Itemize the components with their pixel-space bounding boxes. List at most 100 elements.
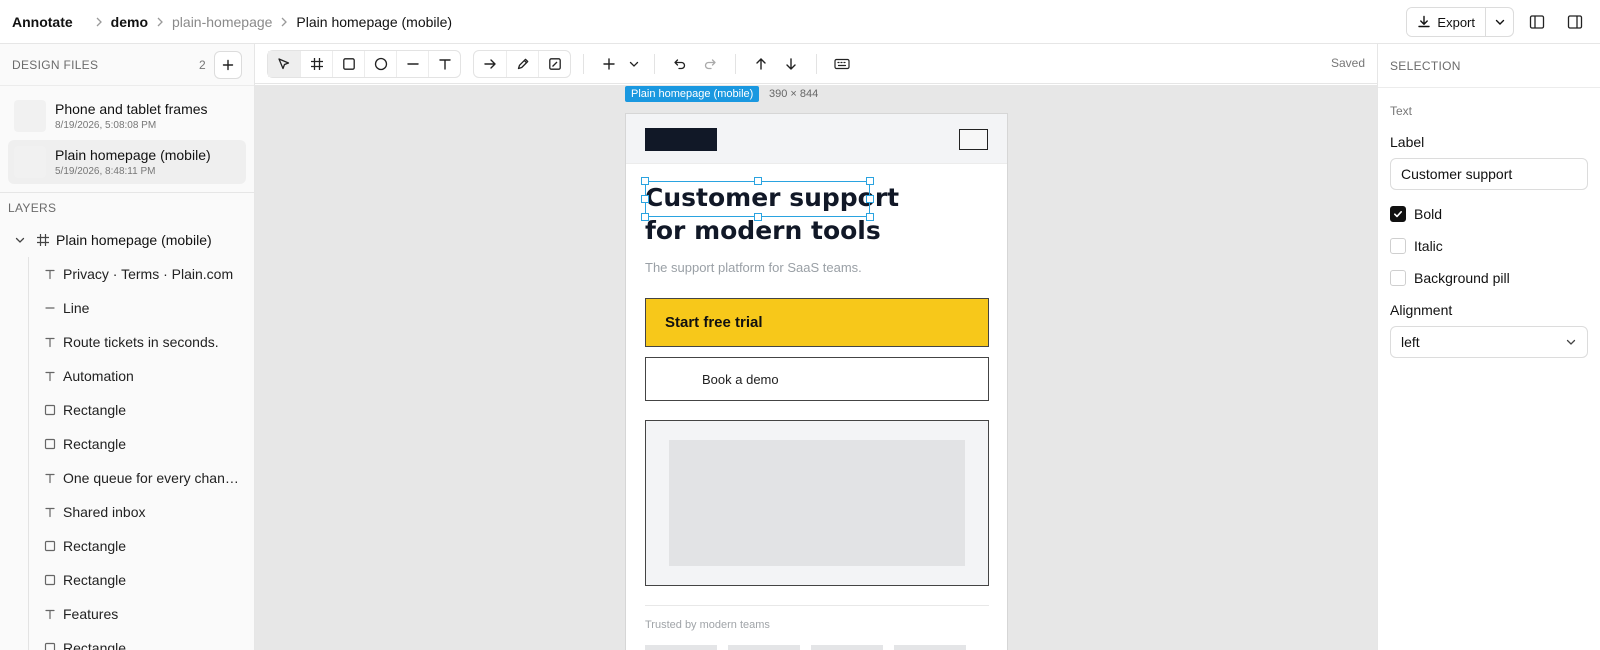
rectangle-tool-button[interactable] — [332, 50, 364, 77]
arrow-down-icon — [786, 57, 796, 70]
mock-trusted-text[interactable]: Trusted by modern teams — [645, 619, 770, 631]
layer-item[interactable]: One queue for every chan… — [29, 461, 237, 495]
mock-partner-logo[interactable] — [728, 645, 800, 650]
add-file-button[interactable] — [214, 50, 242, 79]
layer-item[interactable]: Features — [29, 597, 237, 631]
layer-label: Features — [63, 606, 119, 622]
toolbar-divider — [735, 53, 736, 74]
mock-logo[interactable] — [645, 128, 717, 151]
add-menu-button[interactable] — [624, 50, 644, 78]
keyboard-shortcuts-button[interactable] — [827, 50, 857, 78]
layer-item[interactable]: Rectangle — [29, 563, 237, 597]
label-field-title: Label — [1390, 134, 1425, 150]
file-item-active[interactable]: Plain homepage (mobile) 5/19/2026, 8:48:… — [8, 140, 246, 184]
hero-line-2[interactable]: for modern tools — [645, 214, 975, 247]
layer-item[interactable]: Rectangle — [29, 631, 237, 650]
mock-header — [626, 114, 1007, 164]
ellipse-tool-button[interactable] — [364, 50, 396, 77]
design-canvas[interactable]: Plain homepage (mobile) 390 × 844 Custom… — [255, 85, 1377, 650]
text-icon — [45, 337, 55, 348]
design-files-list: Phone and tablet frames 8/19/2026, 5:08:… — [0, 86, 254, 193]
text-icon — [45, 473, 55, 484]
resize-handle-sw[interactable] — [641, 213, 649, 221]
layer-item[interactable]: Rectangle — [29, 427, 237, 461]
save-status: Saved — [1330, 56, 1365, 70]
breadcrumb-project[interactable]: plain-homepage — [172, 14, 272, 30]
bring-forward-button[interactable] — [746, 50, 776, 78]
layer-item[interactable]: Automation — [29, 359, 237, 393]
mobile-frame[interactable]: Customer support for modern tools The su… — [625, 113, 1008, 650]
rectangle-icon — [44, 404, 56, 416]
chevron-down-icon[interactable] — [14, 234, 26, 246]
design-files-count: 2 — [199, 57, 206, 72]
rectangle-icon — [44, 540, 56, 552]
toggle-left-panel-button[interactable] — [1522, 7, 1552, 37]
bold-checkbox[interactable] — [1390, 206, 1406, 222]
select-tool-button[interactable] — [268, 50, 300, 77]
alignment-select[interactable]: left — [1390, 326, 1588, 358]
mock-image-placeholder[interactable] — [669, 440, 965, 566]
layer-item[interactable]: Shared inbox — [29, 495, 237, 529]
mock-divider[interactable] — [645, 605, 989, 606]
canvas-toolbar: Saved — [255, 44, 1377, 84]
mock-subtitle[interactable]: The support platform for SaaS teams. — [645, 260, 862, 275]
note-tool-button[interactable] — [538, 50, 570, 77]
left-sidebar: DESIGN FILES 2 Phone and tablet frames 8… — [0, 44, 255, 650]
redo-button[interactable] — [695, 50, 725, 78]
layer-item[interactable]: Privacy · Terms · Plain.com — [29, 257, 237, 291]
undo-icon — [674, 58, 686, 69]
resize-handle-e[interactable] — [866, 195, 874, 203]
selection-header: SELECTION — [1378, 44, 1600, 88]
add-button[interactable] — [594, 50, 624, 78]
italic-checkbox[interactable] — [1390, 238, 1406, 254]
line-tool-button[interactable] — [396, 50, 428, 77]
italic-checkbox-row[interactable]: Italic — [1390, 230, 1588, 262]
plus-icon — [603, 57, 615, 70]
resize-handle-nw[interactable] — [641, 177, 649, 185]
resize-handle-s[interactable] — [754, 213, 762, 221]
layer-label: Route tickets in seconds. — [63, 334, 219, 350]
background-pill-checkbox[interactable] — [1390, 270, 1406, 286]
layer-item[interactable]: Rectangle — [29, 393, 237, 427]
breadcrumb-demo[interactable]: demo — [111, 14, 148, 30]
toolbar-divider — [816, 53, 817, 74]
alignment-title: Alignment — [1390, 302, 1453, 318]
export-menu-button[interactable] — [1485, 8, 1513, 36]
frame-name-tag[interactable]: Plain homepage (mobile) — [625, 86, 760, 102]
mock-menu-button[interactable] — [959, 129, 988, 150]
file-thumbnail — [14, 100, 46, 132]
file-item[interactable]: Phone and tablet frames 8/19/2026, 5:08:… — [8, 94, 246, 138]
arrow-up-icon — [756, 57, 766, 70]
pill-checkbox-row[interactable]: Background pill — [1390, 262, 1588, 294]
toggle-right-panel-button[interactable] — [1560, 7, 1590, 37]
chevron-right-icon — [281, 17, 288, 26]
layer-item[interactable]: Line — [29, 291, 237, 325]
export-group: Export — [1406, 7, 1514, 37]
mock-image-card[interactable] — [645, 420, 989, 586]
bold-checkbox-row[interactable]: Bold — [1390, 198, 1588, 230]
app-brand[interactable]: Annotate — [12, 14, 73, 30]
label-input[interactable]: Customer support — [1390, 158, 1588, 190]
mock-partner-logo[interactable] — [894, 645, 966, 650]
frame-tool-button[interactable] — [300, 50, 332, 77]
mock-partner-logo[interactable] — [811, 645, 883, 650]
layer-item[interactable]: Rectangle — [29, 529, 237, 563]
layer-label: Rectangle — [63, 436, 127, 452]
send-backward-button[interactable] — [776, 50, 806, 78]
mock-demo-button[interactable]: Book a demo — [645, 357, 989, 401]
arrow-tool-button[interactable] — [474, 51, 506, 77]
text-tool-button[interactable] — [428, 50, 460, 77]
undo-button[interactable] — [665, 50, 695, 78]
layer-frame-row[interactable]: Plain homepage (mobile) — [0, 223, 254, 257]
pen-tool-button[interactable] — [506, 50, 538, 77]
export-button[interactable]: Export — [1407, 8, 1485, 36]
resize-handle-ne[interactable] — [866, 177, 874, 185]
resize-handle-w[interactable] — [641, 195, 649, 203]
selection-box[interactable] — [641, 177, 874, 221]
resize-handle-se[interactable] — [866, 213, 874, 221]
mock-cta-button[interactable]: Start free trial — [645, 298, 989, 347]
mock-partner-logo[interactable] — [645, 645, 717, 650]
resize-handle-n[interactable] — [754, 177, 762, 185]
check-icon — [1394, 211, 1402, 218]
layer-item[interactable]: Route tickets in seconds. — [29, 325, 237, 359]
